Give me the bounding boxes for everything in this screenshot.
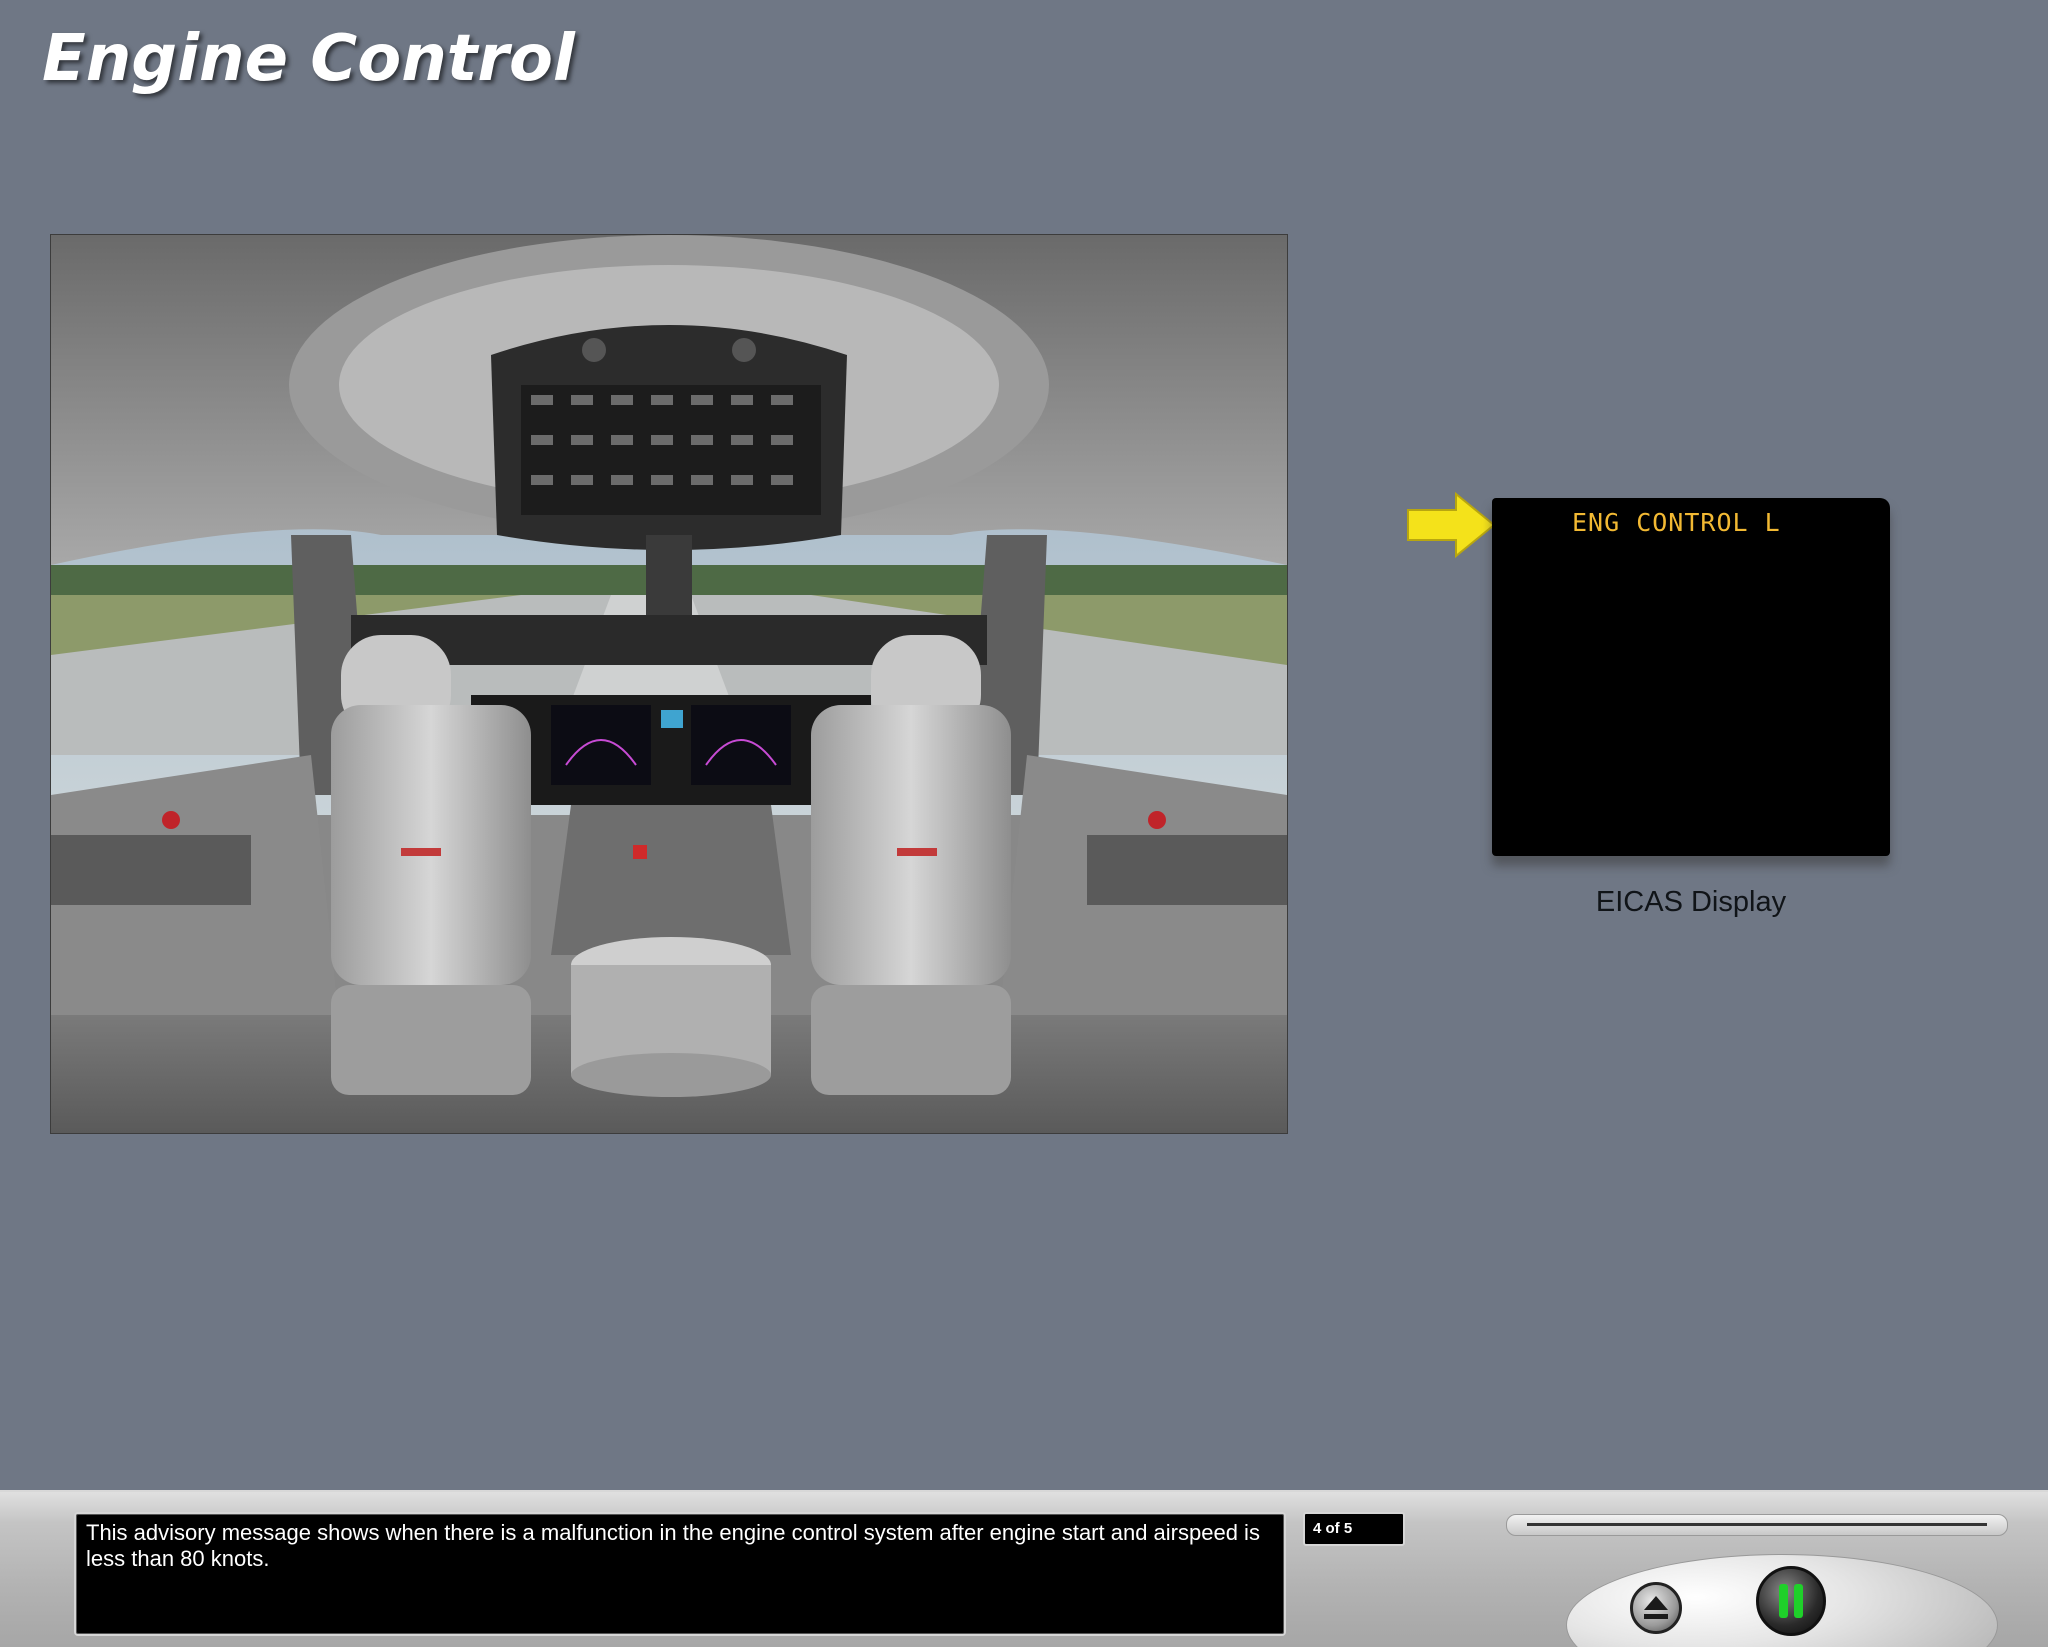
- page-title: Engine Control: [42, 22, 575, 96]
- page-counter: 4 of 5: [1303, 1512, 1405, 1546]
- cockpit-illustration: [50, 234, 1288, 1134]
- eicas-caption: EICAS Display: [1595, 886, 1787, 918]
- pause-button[interactable]: [1756, 1566, 1826, 1636]
- progress-track-line: [1527, 1523, 1987, 1526]
- eject-button[interactable]: [1630, 1582, 1682, 1634]
- progress-bar[interactable]: [1506, 1514, 2008, 1536]
- pause-icon: [1779, 1584, 1803, 1618]
- eicas-message: ENG CONTROL L: [1572, 508, 1781, 537]
- eicas-display: ENG CONTROL L: [1492, 498, 1890, 856]
- page-counter-label: 4 of 5: [1313, 1520, 1353, 1537]
- narration-box: This advisory message shows when there i…: [74, 1512, 1286, 1636]
- player-control-bar: This advisory message shows when there i…: [0, 1490, 2048, 1647]
- eject-icon: [1644, 1596, 1668, 1619]
- narration-text: This advisory message shows when there i…: [86, 1520, 1260, 1571]
- pointer-arrow-icon: [1407, 491, 1496, 559]
